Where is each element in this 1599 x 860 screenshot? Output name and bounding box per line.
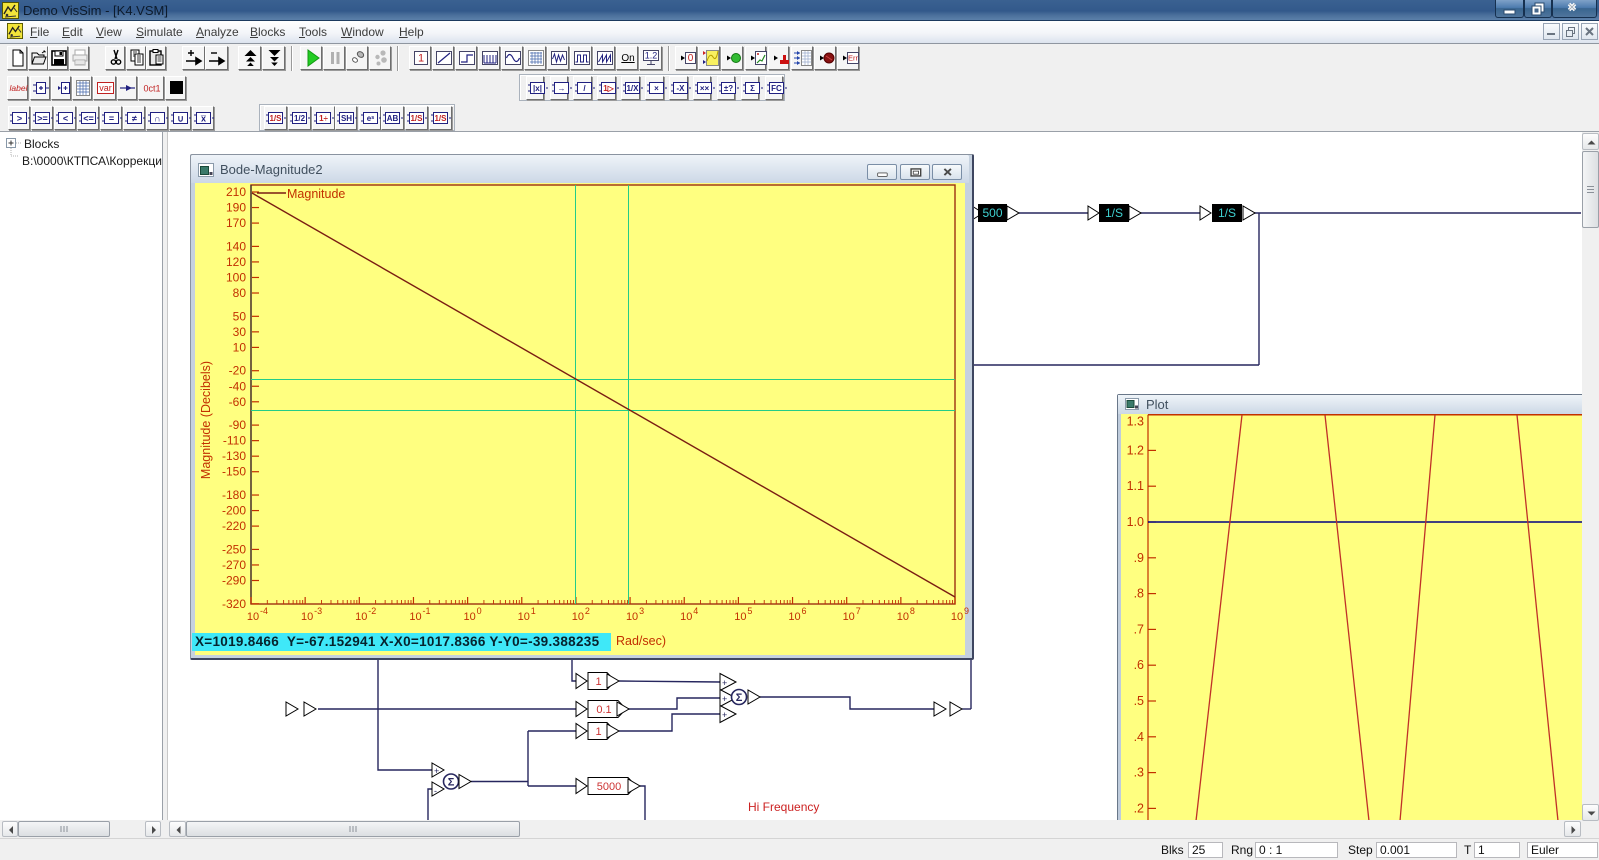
svg-text:.6: .6 bbox=[1134, 658, 1144, 672]
svg-text:.7: .7 bbox=[1134, 622, 1144, 636]
svg-text:1.0: 1.0 bbox=[1127, 515, 1144, 529]
svg-text:1.3: 1.3 bbox=[1127, 415, 1144, 429]
svg-text:.9: .9 bbox=[1134, 551, 1144, 565]
svg-text:.5: .5 bbox=[1134, 694, 1144, 708]
svg-text:.4: .4 bbox=[1134, 730, 1144, 744]
svg-text:.3: .3 bbox=[1134, 766, 1144, 780]
svg-text:1.1: 1.1 bbox=[1127, 479, 1144, 493]
svg-text:.2: .2 bbox=[1134, 801, 1144, 815]
svg-text:.8: .8 bbox=[1134, 587, 1144, 601]
svg-text:1.2: 1.2 bbox=[1127, 443, 1144, 457]
